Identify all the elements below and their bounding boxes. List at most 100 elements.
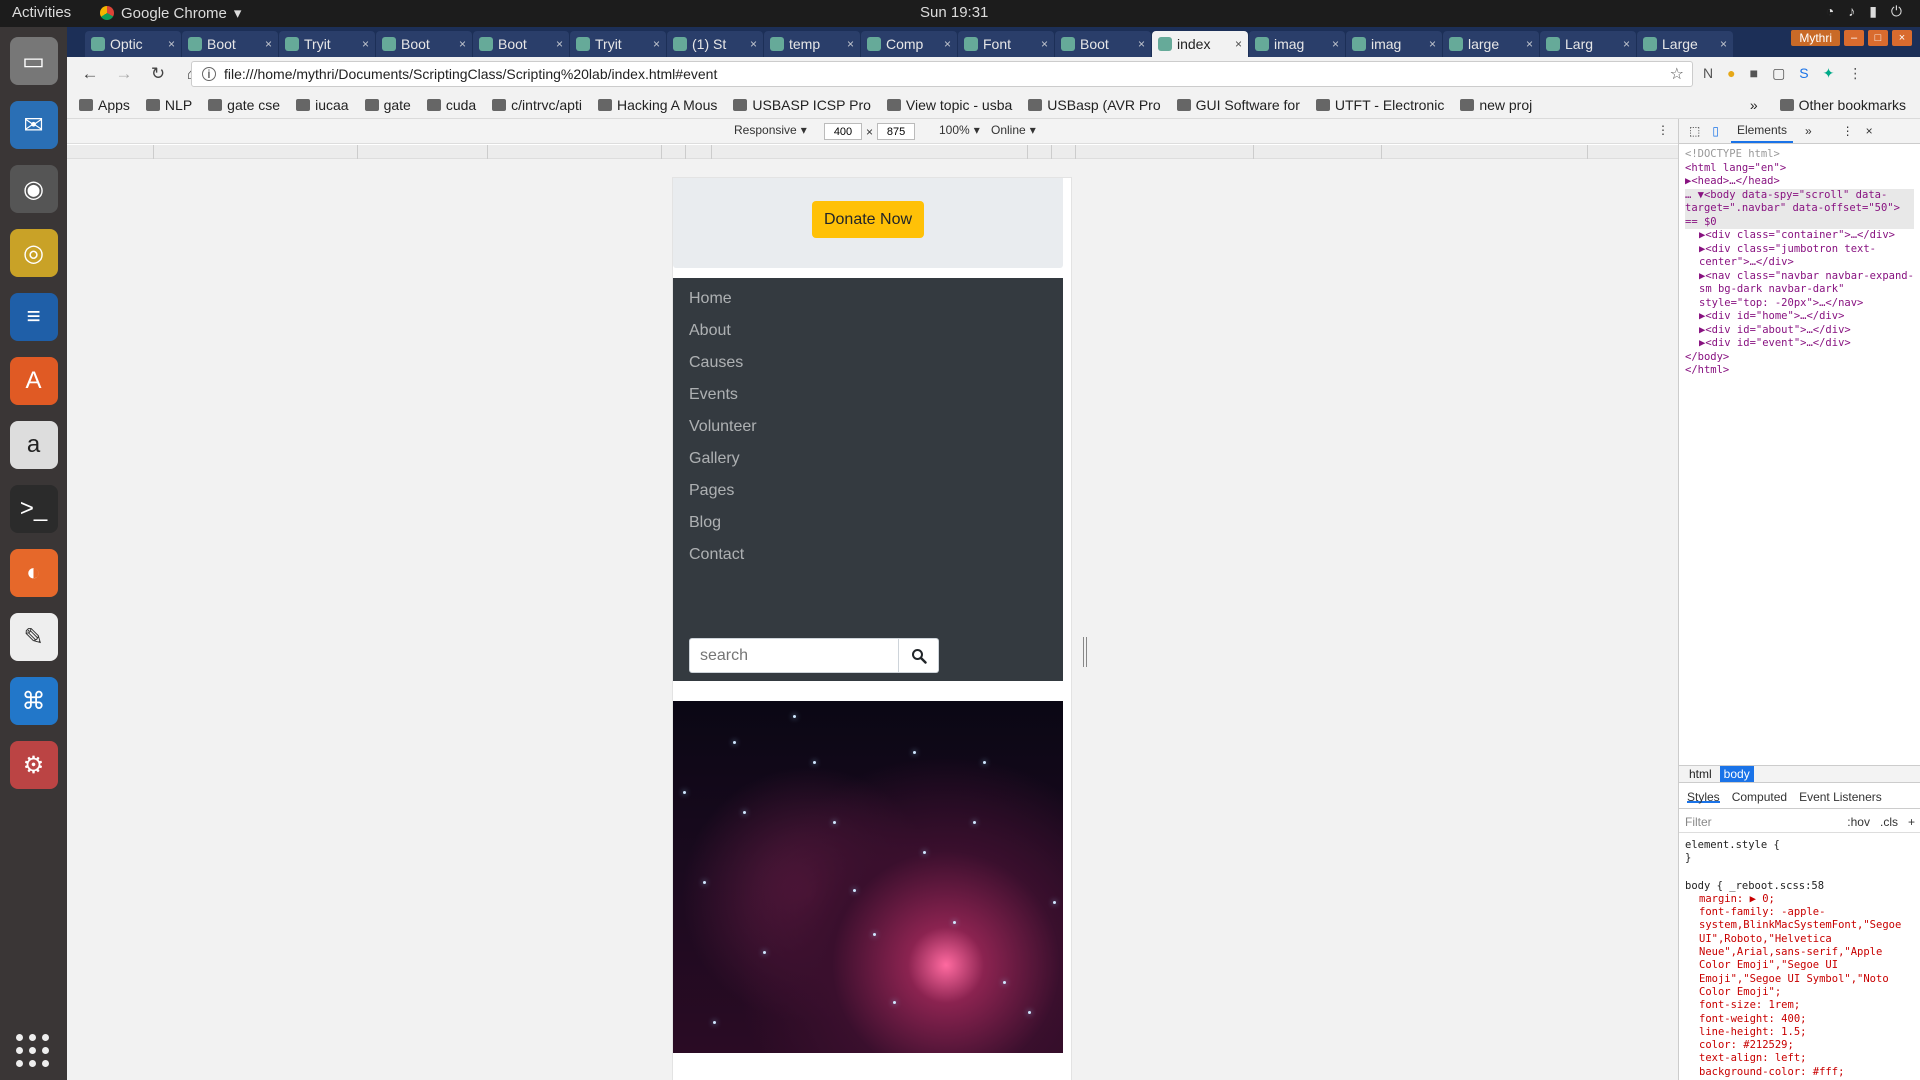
show-apps-icon[interactable]: [16, 1034, 50, 1068]
dom-node[interactable]: … ▼<body data-spy="scroll" data-target="…: [1685, 188, 1914, 229]
app-menu[interactable]: Google Chrome ▾: [100, 4, 241, 22]
tab-close-icon[interactable]: ×: [459, 37, 466, 51]
menu-icon[interactable]: ⋮: [1848, 65, 1862, 82]
nav-link-volunteer[interactable]: Volunteer: [689, 418, 757, 436]
dom-node[interactable]: ▶<nav class="navbar navbar-expand-sm bg-…: [1685, 270, 1914, 311]
extension-icon[interactable]: N: [1703, 65, 1713, 82]
bookmark-item[interactable]: Apps: [79, 97, 130, 113]
browser-tab[interactable]: temp ×: [764, 31, 860, 57]
tab-elements[interactable]: Elements: [1730, 119, 1793, 143]
bookmark-item[interactable]: GUI Software for: [1176, 97, 1300, 113]
tab-styles[interactable]: Styles: [1687, 790, 1720, 804]
nav-link-contact[interactable]: Contact: [689, 546, 744, 564]
search-button[interactable]: [899, 638, 939, 673]
nav-link-home[interactable]: Home: [689, 290, 732, 308]
donate-button[interactable]: Donate Now: [812, 201, 924, 238]
browser-tab[interactable]: Optic ×: [85, 31, 181, 57]
more-bookmarks-icon[interactable]: »: [1750, 97, 1758, 113]
browser-tab[interactable]: (1) St ×: [667, 31, 763, 57]
cls-toggle[interactable]: .cls: [1880, 815, 1898, 829]
maximize-icon[interactable]: □: [1868, 30, 1888, 46]
browser-tab[interactable]: index ×: [1152, 31, 1248, 57]
tab-close-icon[interactable]: ×: [750, 37, 757, 51]
tab-close-icon[interactable]: ×: [653, 37, 660, 51]
bookmark-item[interactable]: NLP: [145, 97, 192, 113]
nav-link-pages[interactable]: Pages: [689, 482, 734, 500]
dom-node[interactable]: </body>: [1685, 351, 1914, 365]
bookmark-item[interactable]: gate cse: [208, 97, 280, 113]
files-icon[interactable]: ▭: [9, 37, 58, 85]
device-mode-select[interactable]: Responsive ▾: [734, 123, 807, 137]
inspect-icon[interactable]: ⬚: [1689, 124, 1700, 138]
chrome-dock-icon[interactable]: ◉: [9, 165, 58, 213]
media-query-bar[interactable]: [67, 145, 1678, 159]
tab-close-icon[interactable]: ×: [847, 37, 854, 51]
browser-tab[interactable]: Boot ×: [182, 31, 278, 57]
bookmark-item[interactable]: cuda: [426, 97, 476, 113]
settings-icon[interactable]: ⚙: [9, 741, 58, 789]
breadcrumb-body[interactable]: body: [1719, 766, 1754, 782]
dom-node[interactable]: ▶<div class="jumbotron text-center">…</d…: [1685, 243, 1914, 270]
dom-node[interactable]: ▶<head>…</head>: [1685, 175, 1914, 189]
reload-icon[interactable]: ↻: [147, 64, 169, 84]
close-icon[interactable]: ×: [1892, 30, 1912, 46]
search-input[interactable]: [689, 638, 899, 673]
address-bar[interactable]: i file:///home/mythri/Documents/Scriptin…: [191, 61, 1693, 87]
thunderbird-icon[interactable]: ✉: [9, 101, 58, 149]
writer-icon[interactable]: ≡: [9, 293, 58, 341]
text-editor-icon[interactable]: ✎: [9, 613, 58, 661]
dom-node[interactable]: <!DOCTYPE html>: [1685, 148, 1914, 162]
rhythmbox-icon[interactable]: ◎: [9, 229, 58, 277]
browser-tab[interactable]: large ×: [1443, 31, 1539, 57]
other-bookmarks[interactable]: Other bookmarks: [1779, 97, 1906, 113]
vscode-icon[interactable]: ⌘: [9, 677, 58, 725]
bookmark-item[interactable]: c/intrvc/apti: [492, 97, 582, 113]
devtools-menu-icon[interactable]: ⋮: [1842, 124, 1854, 138]
extension-icon[interactable]: ▢: [1772, 65, 1785, 82]
terminal-icon[interactable]: >_: [9, 485, 58, 533]
forward-icon[interactable]: →: [113, 64, 135, 84]
tab-close-icon[interactable]: ×: [1235, 37, 1242, 51]
device-toggle-icon[interactable]: ▯: [1712, 124, 1719, 138]
viewport-width-input[interactable]: [824, 123, 862, 140]
browser-tab[interactable]: imag ×: [1249, 31, 1345, 57]
tab-close-icon[interactable]: ×: [1429, 37, 1436, 51]
extension-icon[interactable]: ✦: [1823, 65, 1835, 82]
nav-link-causes[interactable]: Causes: [689, 354, 743, 372]
viewport-height-input[interactable]: [877, 123, 916, 140]
dom-node[interactable]: ▶<div class="container">…</div>: [1685, 229, 1914, 243]
tab-close-icon[interactable]: ×: [944, 37, 951, 51]
bookmark-item[interactable]: Hacking A Mous: [597, 97, 717, 113]
dom-node[interactable]: ▶<div id="event">…</div>: [1685, 337, 1914, 351]
browser-tab[interactable]: Boot ×: [1055, 31, 1151, 57]
browser-tab[interactable]: Tryit ×: [279, 31, 375, 57]
browser-tab[interactable]: Large ×: [1637, 31, 1733, 57]
bookmark-item[interactable]: UTFT - Electronic: [1315, 97, 1444, 113]
nav-link-gallery[interactable]: Gallery: [689, 450, 740, 468]
dom-node[interactable]: ▶<div id="home">…</div>: [1685, 310, 1914, 324]
nav-link-blog[interactable]: Blog: [689, 514, 721, 532]
add-rule-icon[interactable]: +: [1908, 815, 1915, 829]
bookmark-item[interactable]: new proj: [1460, 97, 1532, 113]
info-icon[interactable]: i: [202, 67, 216, 81]
tab-computed[interactable]: Computed: [1732, 790, 1787, 804]
network-select[interactable]: Online ▾: [991, 123, 1036, 137]
extension-icon[interactable]: S: [1799, 65, 1808, 82]
zoom-select[interactable]: 100% ▾: [939, 123, 980, 137]
tab-close-icon[interactable]: ×: [556, 37, 563, 51]
bookmark-item[interactable]: USBASP ICSP Pro: [733, 97, 871, 113]
clock[interactable]: Sun 19:31: [920, 4, 988, 21]
dom-node[interactable]: <html lang="en">: [1685, 162, 1914, 176]
device-menu-icon[interactable]: ⋮: [1657, 123, 1669, 137]
browser-tab[interactable]: Font ×: [958, 31, 1054, 57]
browser-tab[interactable]: Comp ×: [861, 31, 957, 57]
hov-toggle[interactable]: :hov: [1847, 815, 1870, 829]
tab-close-icon[interactable]: ×: [1041, 37, 1048, 51]
browser-tab[interactable]: Boot ×: [473, 31, 569, 57]
tab-close-icon[interactable]: ×: [1526, 37, 1533, 51]
bookmark-item[interactable]: USBasp (AVR Pro: [1028, 97, 1161, 113]
bookmark-item[interactable]: gate: [364, 97, 411, 113]
system-tray[interactable]: ◔ ♪ ▮ ⏻: [1826, 3, 1902, 20]
more-tabs-icon[interactable]: »: [1805, 124, 1812, 138]
nav-link-about[interactable]: About: [689, 322, 731, 340]
